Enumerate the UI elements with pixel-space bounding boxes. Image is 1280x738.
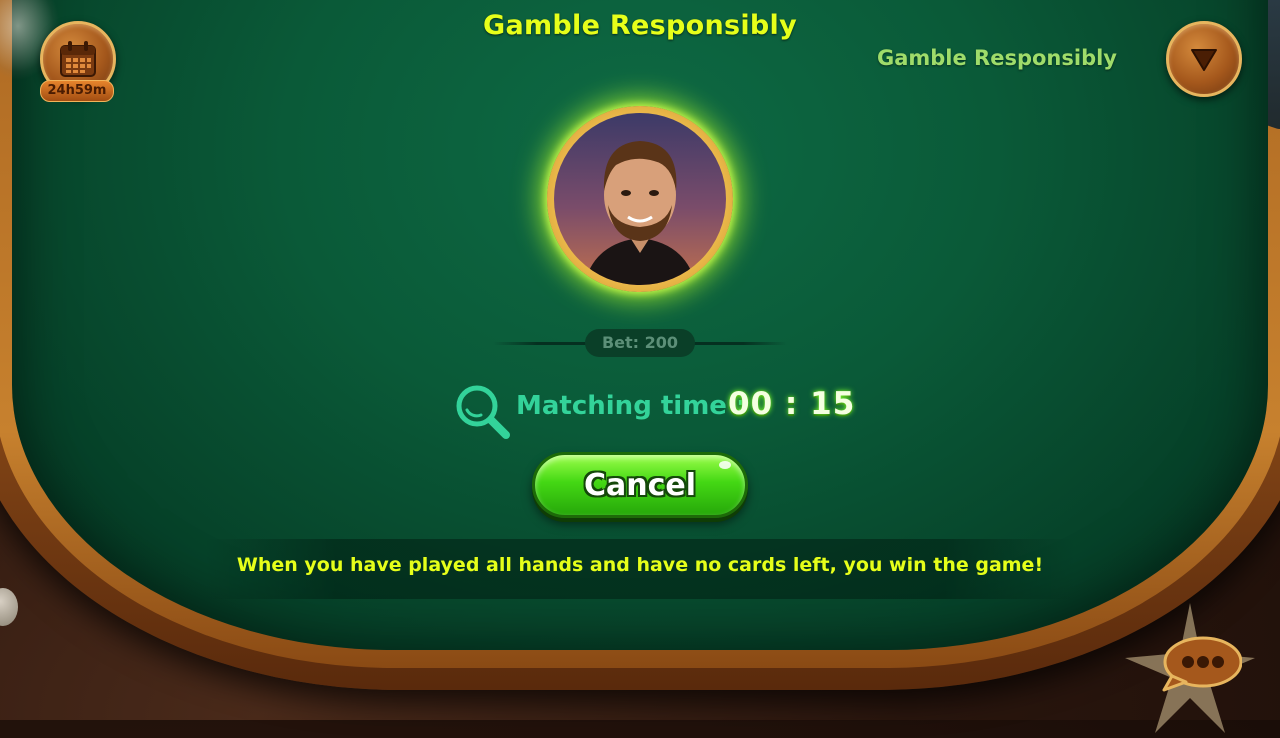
cancel-button-label: Cancel — [583, 468, 697, 503]
search-icon — [456, 385, 510, 439]
bet-amount: Bet: 200 — [585, 329, 695, 357]
tip-text: When you have played all hands and have … — [236, 554, 1044, 576]
matching-time-label: Matching time : — [516, 391, 747, 421]
menu-button[interactable] — [1166, 21, 1242, 97]
player-avatar-frame — [547, 106, 733, 292]
gamble-responsibly-link[interactable]: Gamble Responsibly — [877, 46, 1117, 70]
decor-pebble — [0, 588, 18, 626]
daily-timer-badge: 24h59m — [40, 80, 114, 102]
cancel-button[interactable]: Cancel — [532, 452, 748, 518]
player-avatar — [554, 113, 726, 285]
triangle-down-icon — [1191, 49, 1217, 71]
calendar-icon — [60, 41, 96, 77]
matching-time-value: 00 : 15 — [728, 386, 856, 422]
chat-bubble-icon — [1162, 636, 1242, 692]
button-shine — [719, 461, 731, 469]
avatar-portrait — [584, 141, 696, 285]
chat-button[interactable] — [1160, 636, 1242, 692]
page-title: Gamble Responsibly — [483, 10, 797, 41]
